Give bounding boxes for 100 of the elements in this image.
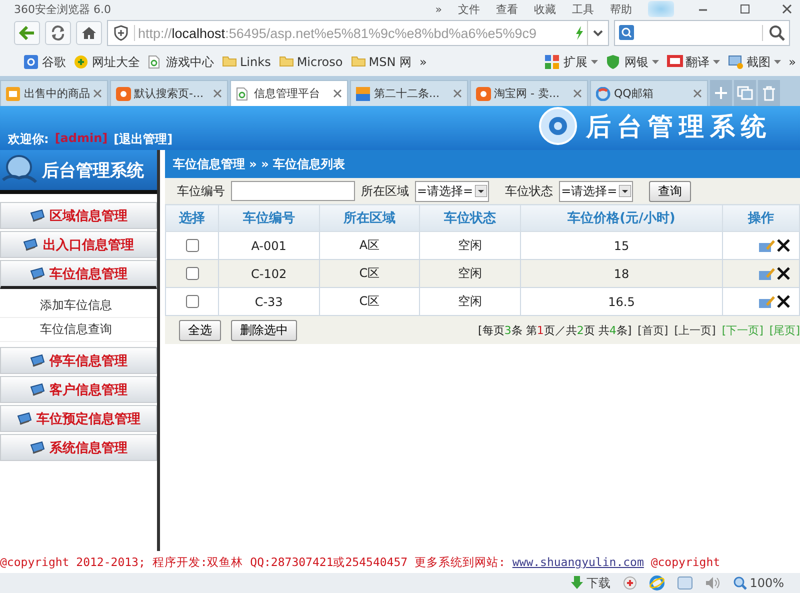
plus-icon: [715, 87, 727, 99]
browser-tab[interactable]: 出售中的商品: [0, 80, 108, 106]
column-header: 选择: [166, 204, 219, 232]
welcome-label: 欢迎你:: [8, 131, 49, 148]
menu-item[interactable]: 查看: [496, 2, 518, 16]
search-engine-icon: [619, 25, 637, 41]
close-tab-icon[interactable]: [693, 89, 702, 98]
sidebar-title: 后台管理系统: [42, 160, 144, 182]
caret-icon: [652, 60, 659, 64]
browser-tab[interactable]: 第二十二条...: [350, 80, 468, 106]
select-all-button[interactable]: 全选: [179, 320, 221, 340]
bookmark-item[interactable]: Microso: [278, 55, 343, 69]
area-select[interactable]: =请选择=: [415, 180, 490, 202]
browser-tab[interactable]: 淘宝网 - 卖...: [470, 80, 588, 106]
magnifier-icon: [732, 576, 747, 590]
trash-icon: [762, 86, 776, 100]
menu-heading[interactable]: 区域信息管理: [0, 202, 157, 229]
delete-icon[interactable]: [777, 267, 790, 280]
maximize-icon: [740, 4, 750, 14]
pager-link[interactable]: [上一页]: [674, 322, 716, 338]
row-checkbox[interactable]: [186, 239, 200, 252]
website-link[interactable]: www.shuangyulin.com: [512, 555, 644, 569]
dropdown-arrow-icon: [475, 185, 488, 197]
row-checkbox[interactable]: [186, 267, 200, 280]
extension-button[interactable]: 截图: [728, 54, 781, 70]
window-icon[interactable]: [676, 576, 693, 590]
logout-link[interactable]: [退出管理]: [114, 131, 173, 148]
zoom-level[interactable]: 100%: [732, 576, 784, 590]
extension-button[interactable]: 扩展: [544, 54, 598, 70]
tab-list-button[interactable]: [734, 80, 756, 106]
trash-button[interactable]: [758, 80, 780, 106]
status-select[interactable]: =请选择=: [559, 180, 634, 202]
browser-tab[interactable]: 默认搜索页-...: [110, 80, 228, 106]
folder-icon: [350, 55, 366, 69]
download-button[interactable]: 下载: [570, 574, 611, 592]
medical-cross-icon[interactable]: [622, 576, 637, 590]
windows-icon: [737, 86, 753, 100]
new-tab-button[interactable]: [710, 80, 732, 106]
browser-tab[interactable]: QQ邮箱: [590, 80, 708, 106]
menu-item[interactable]: 文件: [458, 2, 480, 16]
close-tab-icon[interactable]: [573, 89, 582, 98]
address-field[interactable]: http://localhost:56495/asp.net%e5%81%9c%e8%bd%a6%e5%9c9: [107, 20, 609, 46]
search-icon[interactable]: [762, 25, 785, 41]
back-button[interactable]: [14, 21, 40, 45]
bookmark-item[interactable]: 游戏中心: [148, 54, 214, 70]
lightning-icon: [574, 25, 584, 41]
breadcrumb: 车位信息管理 » » 车位信息列表: [165, 150, 800, 178]
back-arrow-icon: [19, 26, 35, 40]
shield-icon: [606, 55, 622, 69]
search-field[interactable]: [614, 20, 790, 46]
browser-tab[interactable]: 信息管理平台: [230, 80, 348, 106]
refresh-button[interactable]: [45, 21, 71, 45]
user-name: [admin]: [54, 131, 108, 147]
pager-summary: [每页3条 第1页／共2页 共4条]: [478, 322, 632, 338]
query-button[interactable]: 查询: [649, 180, 692, 202]
submenu-link[interactable]: 添加车位信息: [0, 294, 157, 318]
extension-button[interactable]: 翻译: [666, 54, 720, 70]
chevron-down-icon: [593, 29, 603, 37]
menu-heading[interactable]: 车位预定信息管理: [0, 405, 157, 432]
caret-icon: [712, 60, 720, 64]
menu-item[interactable]: 帮助: [610, 2, 632, 16]
ie-logo-icon[interactable]: [648, 575, 665, 591]
field-label: 车位编号: [177, 182, 225, 200]
row-checkbox[interactable]: [186, 295, 200, 308]
system-title: 后台管理系统: [586, 110, 772, 142]
menu-heading[interactable]: 车位信息管理: [0, 260, 157, 289]
close-tab-icon[interactable]: [453, 89, 462, 98]
delete-icon[interactable]: [777, 239, 790, 252]
menu-heading[interactable]: 停车信息管理: [0, 347, 157, 374]
delete-selected-button[interactable]: 删除选中: [231, 320, 297, 340]
column-header: 车位价格(元/小时): [520, 204, 723, 232]
bookmark-item[interactable]: Links: [222, 55, 271, 69]
pager-link[interactable]: [首页]: [638, 322, 668, 338]
close-tab-icon[interactable]: [93, 89, 102, 98]
at-logo-icon: [538, 106, 578, 146]
table-cell: 空闲: [420, 260, 520, 288]
close-icon: [782, 4, 792, 14]
home-button[interactable]: [76, 21, 102, 45]
more-extensions-button[interactable]: »: [788, 55, 796, 69]
more-bookmarks-button[interactable]: »: [419, 55, 427, 69]
bookmark-item[interactable]: 网址大全: [74, 54, 140, 70]
submenu-link[interactable]: 车位信息查询: [0, 318, 157, 342]
speaker-icon[interactable]: [704, 576, 721, 590]
menu-item[interactable]: »: [435, 2, 442, 16]
column-header: 所在区域: [319, 204, 420, 232]
number-input[interactable]: [231, 181, 355, 201]
refresh-icon: [50, 25, 66, 41]
delete-icon[interactable]: [777, 295, 790, 308]
menu-item[interactable]: 工具: [572, 2, 594, 16]
bookmark-item[interactable]: MSN 网: [350, 54, 412, 70]
table-cell: C区: [319, 260, 420, 288]
close-tab-icon[interactable]: [213, 89, 222, 98]
close-tab-icon[interactable]: [333, 89, 342, 98]
menu-item[interactable]: 收藏: [534, 2, 556, 16]
bookmark-item[interactable]: 谷歌: [24, 54, 66, 70]
folder-icon: [278, 55, 294, 69]
menu-heading[interactable]: 客户信息管理: [0, 376, 157, 403]
menu-heading[interactable]: 系统信息管理: [0, 434, 157, 461]
extension-button[interactable]: 网银: [606, 54, 659, 70]
menu-heading[interactable]: 出入口信息管理: [0, 231, 157, 258]
